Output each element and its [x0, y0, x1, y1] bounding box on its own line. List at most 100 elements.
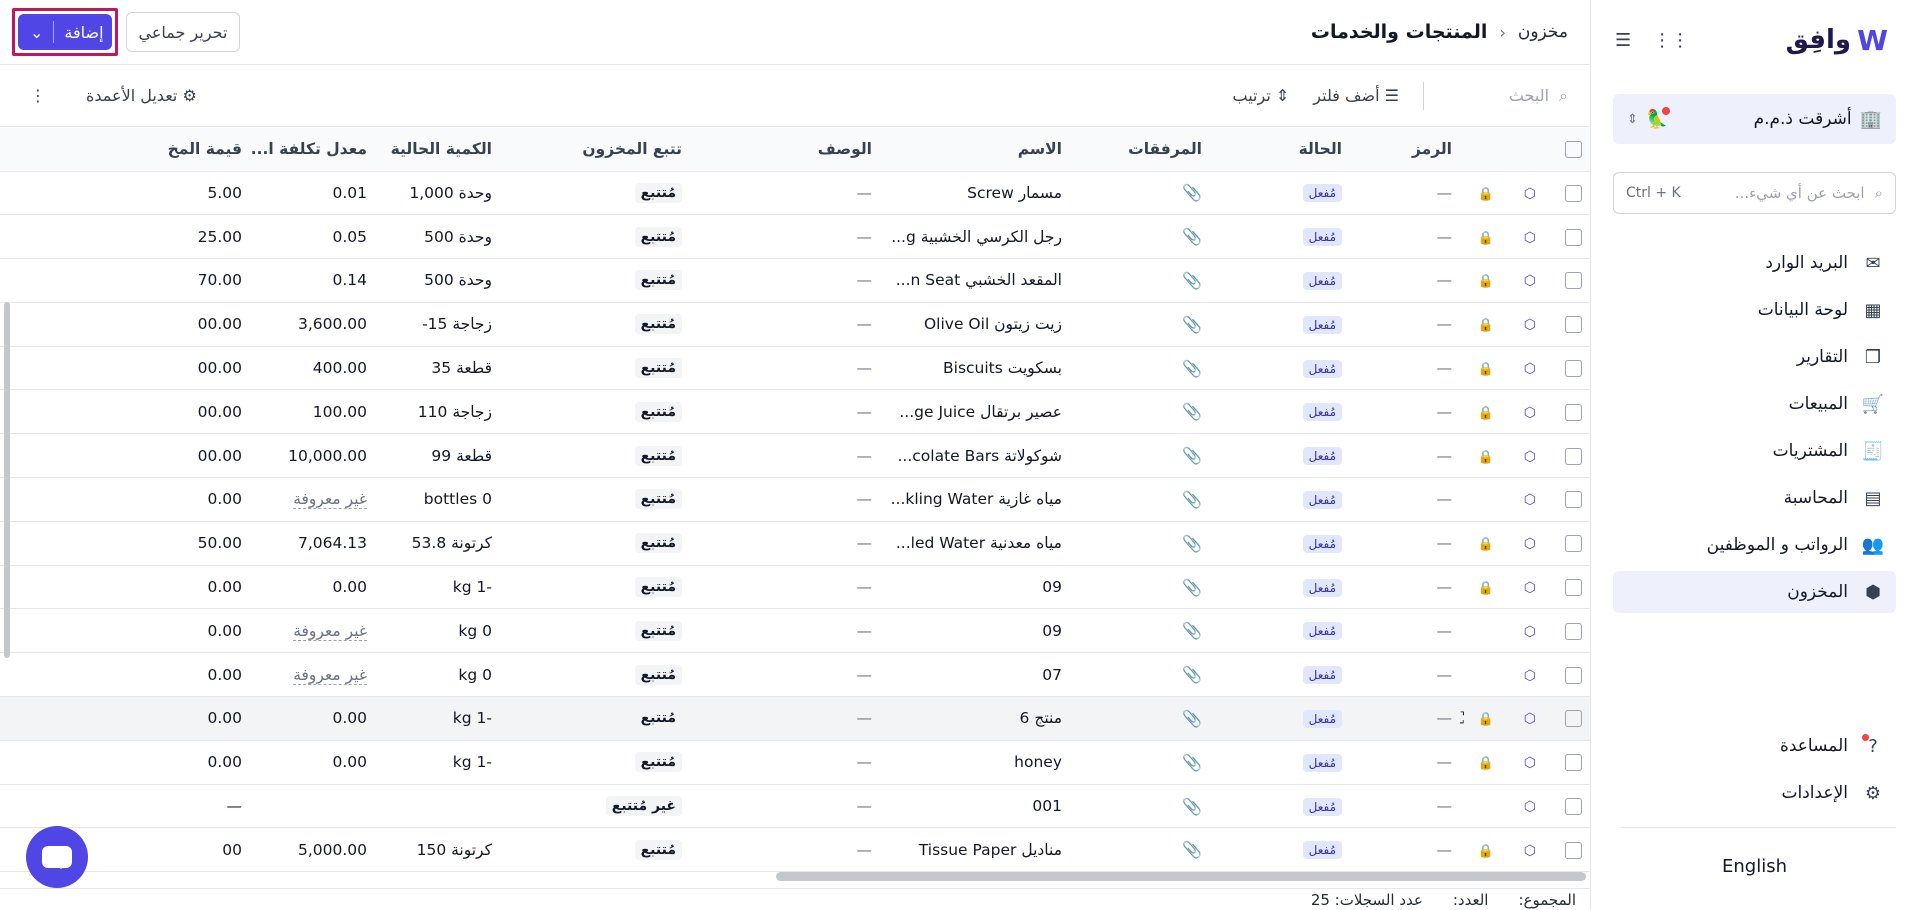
- sidebar-item-dashboard[interactable]: ▦ لوحة البيانات: [1613, 289, 1896, 331]
- row-checkbox[interactable]: [1565, 622, 1582, 640]
- apps-grid-icon[interactable]: ⋮⋮: [1653, 30, 1689, 51]
- attachment-icon[interactable]: 📎: [1182, 227, 1202, 246]
- horizontal-scrollbar[interactable]: [776, 872, 1586, 881]
- row-checkbox[interactable]: [1565, 798, 1582, 816]
- name-cell[interactable]: منتج 6: [880, 696, 1070, 741]
- breadcrumb-parent[interactable]: مخزون: [1518, 22, 1568, 42]
- table-row[interactable]: ⬡ — مُفعل 📎 07— مُتتبع 0 kg غير معروفة 0.00: [0, 652, 1590, 698]
- name-cell[interactable]: زيت زيتون Olive Oil: [880, 302, 1070, 347]
- column-header[interactable]: المرفقات: [1070, 128, 1210, 172]
- sidebar-item-box[interactable]: ⬢ المخزون: [1613, 571, 1896, 613]
- table-row[interactable]: ⬡ 🔒 — مُفعل 📎 honey — مُتتبع -1 kg 0.00 0.00: [0, 740, 1590, 785]
- table-row[interactable]: ⬡🔒⛶—مُفعل📎منتج 6—مُتتبع-1 kg0.000.00: [0, 696, 1590, 741]
- row-checkbox[interactable]: [1565, 535, 1582, 553]
- select-all-checkbox-cell[interactable]: [1544, 128, 1590, 172]
- name-cell[interactable]: 001: [880, 784, 1070, 829]
- table-row[interactable]: ⬡ 🔒 — مُفعل 📎 رجل الكرسي الخشبية g... — مُتتبع و…: [0, 214, 1590, 260]
- column-header[interactable]: معدل تكلفة ا...: [250, 128, 375, 172]
- attachment-icon[interactable]: 📎: [1182, 578, 1202, 597]
- column-header[interactable]: تتبع المخزون: [500, 128, 690, 172]
- attachment-icon[interactable]: 📎: [1182, 490, 1202, 509]
- row-checkbox[interactable]: [1565, 491, 1582, 509]
- name-cell[interactable]: عصير برتقال ge Juice...: [880, 389, 1070, 435]
- column-header[interactable]: الكمية الحالية: [375, 128, 500, 172]
- table-row[interactable]: ⬡ 🔒 — مُفعل 📎 المقعد الخشبي n Seat... — مُتتبع و…: [0, 258, 1590, 303]
- add-filter-button[interactable]: ☰ أضف فلتر: [1313, 86, 1399, 105]
- attachment-icon[interactable]: 📎: [1182, 753, 1202, 772]
- column-header[interactable]: الرمز: [1350, 128, 1460, 172]
- sidebar-item-settings[interactable]: ⚙ الإعدادات: [1613, 772, 1896, 814]
- column-header[interactable]: الاسم: [880, 128, 1070, 172]
- name-cell[interactable]: honey: [880, 740, 1070, 785]
- column-header[interactable]: الحالة: [1210, 128, 1350, 172]
- chevron-down-icon[interactable]: ⌄: [30, 23, 43, 42]
- attachment-icon[interactable]: 📎: [1182, 271, 1202, 290]
- table-row[interactable]: ⬡ — مُفعل 📎 001— غير مُتتبع —: [0, 784, 1590, 829]
- table-row[interactable]: ⬡ 🔒 — مُفعل 📎 شوكولاتة colate Bars... — مُتتبع ق…: [0, 433, 1590, 479]
- table-row[interactable]: ⬡ — مُفعل 📎 09— مُتتبع 0 kg غير معروفة 0.00: [0, 608, 1590, 654]
- attachment-icon[interactable]: 📎: [1182, 840, 1202, 859]
- attachment-icon[interactable]: 📎: [1182, 534, 1202, 553]
- name-cell[interactable]: مياه معدنية led Water...: [880, 521, 1070, 566]
- table-row[interactable]: ⬡ 🔒 — مُفعل 📎 مياه معدنية led Water... — مُتتبع…: [0, 521, 1590, 566]
- logo[interactable]: W وافِق: [1786, 24, 1888, 57]
- table-row[interactable]: ⬡ 🔒 — مُفعل 📎 بسكويت Biscuits — مُتتبع قطعة 35 40…: [0, 346, 1590, 391]
- sidebar-item-reports[interactable]: ❐ التقارير: [1613, 336, 1896, 378]
- table-row[interactable]: ⬡ 🔒 — مُفعل 📎 مسمار Screw — مُتتبع وحدة 1,000 0.0…: [0, 171, 1590, 216]
- vertical-scrollbar[interactable]: [4, 302, 10, 658]
- sidebar-item-help[interactable]: ? المساعدة: [1613, 725, 1896, 767]
- name-cell[interactable]: المقعد الخشبي n Seat...: [880, 258, 1070, 303]
- attachment-icon[interactable]: 📎: [1182, 315, 1202, 334]
- table-row[interactable]: ⬡ 🔒 — مُفعل 📎 عصير برتقال ge Juice... — مُتتبع ز…: [0, 389, 1590, 435]
- attachment-icon[interactable]: 📎: [1182, 709, 1202, 728]
- company-switcher[interactable]: 🏢 أشرقت ذ.م.م 🦜 ⇕: [1613, 94, 1896, 144]
- attachment-icon[interactable]: 📎: [1182, 665, 1202, 684]
- column-header[interactable]: [1502, 128, 1544, 172]
- name-cell[interactable]: مناديل Tissue Paper: [880, 827, 1070, 873]
- attachment-icon[interactable]: 📎: [1182, 446, 1202, 465]
- column-header[interactable]: الوصف: [690, 128, 880, 172]
- table-row[interactable]: ⬡ 🔒 — مُفعل 📎 مناديل Tissue Paper — مُتتبع كرتون…: [0, 827, 1590, 873]
- column-header[interactable]: [1460, 128, 1502, 172]
- expand-icon[interactable]: ⛶: [1460, 709, 1464, 727]
- edit-columns-button[interactable]: ⚙ تعديل الأعمدة: [86, 86, 197, 105]
- attachment-icon[interactable]: 📎: [1182, 183, 1202, 202]
- global-search-input[interactable]: ⌕ ابحث عن أي شيء... Ctrl + K: [1613, 172, 1896, 214]
- name-cell[interactable]: 09: [880, 565, 1070, 610]
- row-checkbox[interactable]: [1565, 316, 1582, 334]
- sidebar-item-inbox[interactable]: ✉ البريد الوارد: [1613, 242, 1896, 284]
- row-checkbox[interactable]: [1565, 754, 1582, 772]
- name-cell[interactable]: 09: [880, 608, 1070, 654]
- table-row[interactable]: ⬡ — مُفعل 📎 مياه غازية kling Water... — مُتتبع…: [0, 477, 1590, 522]
- row-checkbox[interactable]: [1565, 360, 1582, 378]
- row-checkbox[interactable]: [1565, 841, 1582, 859]
- row-checkbox[interactable]: [1565, 666, 1582, 684]
- name-cell[interactable]: مياه غازية kling Water...: [880, 477, 1070, 522]
- column-header[interactable]: قيمة المخ: [0, 128, 250, 172]
- name-cell[interactable]: بسكويت Biscuits: [880, 346, 1070, 391]
- name-cell[interactable]: شوكولاتة colate Bars...: [880, 433, 1070, 479]
- row-checkbox[interactable]: [1565, 184, 1582, 202]
- row-checkbox[interactable]: [1565, 403, 1582, 421]
- select-all-checkbox[interactable]: [1565, 141, 1582, 159]
- name-cell[interactable]: رجل الكرسي الخشبية g...: [880, 214, 1070, 260]
- row-checkbox[interactable]: [1565, 228, 1582, 246]
- table-search-input[interactable]: ⌕ البحث: [1448, 86, 1568, 106]
- sidebar-item-cart[interactable]: 🛒 المبيعات: [1613, 383, 1896, 425]
- attachment-icon[interactable]: 📎: [1182, 621, 1202, 640]
- sidebar-item-users[interactable]: 👥 الرواتب و الموظفين: [1613, 524, 1896, 566]
- more-options-icon[interactable]: ⋮: [30, 86, 46, 105]
- collapse-sidebar-icon[interactable]: ☰: [1615, 30, 1631, 51]
- row-checkbox[interactable]: [1565, 272, 1582, 290]
- chat-widget-button[interactable]: [26, 826, 88, 888]
- name-cell[interactable]: 07: [880, 652, 1070, 698]
- bulk-edit-button[interactable]: تحرير جماعي: [125, 12, 241, 52]
- attachment-icon[interactable]: 📎: [1182, 402, 1202, 421]
- table-row[interactable]: ⬡ 🔒 — مُفعل 📎 زيت زيتون Olive Oil — مُتتبع زجاجة…: [0, 302, 1590, 347]
- language-switch[interactable]: English: [1591, 856, 1918, 877]
- name-cell[interactable]: مسمار Screw: [880, 171, 1070, 216]
- row-checkbox[interactable]: [1565, 710, 1582, 728]
- sidebar-item-receipt[interactable]: 🧾 المشتريات: [1613, 430, 1896, 472]
- add-button[interactable]: إضافة ⌄: [18, 14, 112, 50]
- sort-button[interactable]: ⇕ ترتيب: [1233, 86, 1290, 105]
